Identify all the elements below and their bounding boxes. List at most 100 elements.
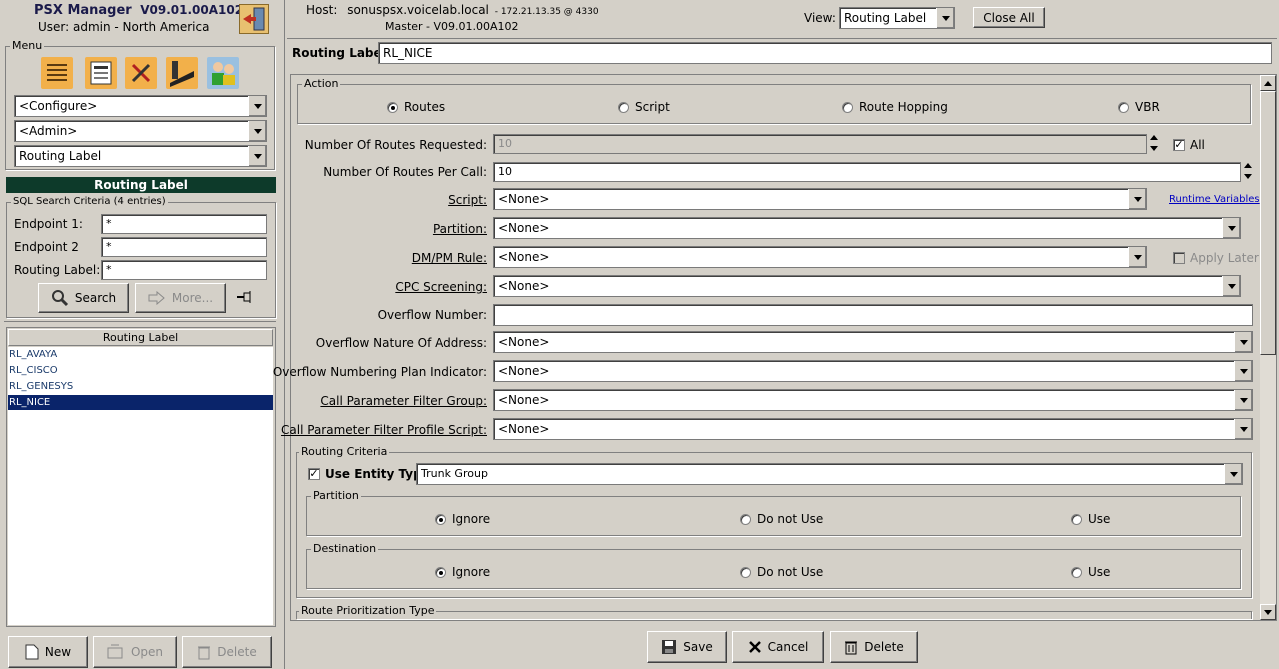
apply-later-checkbox[interactable]: Apply Later (1173, 251, 1259, 265)
overflow-npi-dropdown[interactable]: <None> (493, 360, 1253, 382)
delete-button-left[interactable]: Delete (182, 636, 272, 668)
vertical-scrollbar[interactable] (1260, 75, 1276, 620)
endpoint1-input[interactable]: * (101, 214, 267, 234)
arrow-right-icon (148, 291, 165, 305)
search-button[interactable]: Search (38, 283, 129, 313)
action-group-label: Action (302, 77, 341, 91)
open-button[interactable]: Open (93, 636, 177, 668)
num-routes-requested-input[interactable]: 10 (493, 134, 1147, 154)
chevron-down-icon[interactable] (1224, 464, 1242, 484)
admin-dropdown-value: <Admin> (19, 124, 78, 138)
action-script-radio[interactable]: Script (618, 100, 670, 114)
form-icon[interactable] (85, 57, 117, 89)
chevron-down-icon[interactable] (1234, 419, 1252, 439)
sql-criteria-label: SQL Search Criteria (4 entries) (11, 195, 168, 209)
view-dropdown[interactable]: Routing Label (839, 7, 955, 29)
chevron-down-icon[interactable] (936, 8, 954, 28)
runtime-variables-link[interactable]: Runtime Variables (1169, 194, 1260, 205)
tools-icon[interactable] (125, 57, 157, 89)
host-value: sonuspsx.voicelab.local (347, 3, 489, 17)
server-icon[interactable] (166, 57, 198, 89)
chevron-down-icon[interactable] (248, 96, 266, 116)
configure-dropdown[interactable]: <Configure> (14, 95, 267, 117)
new-button[interactable]: New (8, 636, 88, 668)
action-vbr-radio[interactable]: VBR (1118, 100, 1160, 114)
chevron-down-icon[interactable] (1128, 247, 1146, 267)
destination-ignore-radio[interactable]: Ignore (435, 565, 490, 579)
num-routes-per-call-input[interactable]: 10 (493, 162, 1241, 182)
list-item[interactable]: RL_GENESYS (8, 379, 273, 394)
splitter-handle[interactable] (4, 321, 276, 325)
scroll-thumb[interactable] (1260, 91, 1276, 355)
overflow-noa-dropdown-value: <None> (498, 335, 550, 349)
scroll-down-icon[interactable] (1260, 604, 1276, 620)
endpoint1-label: Endpoint 1: (14, 217, 83, 231)
chevron-down-icon[interactable] (1234, 361, 1252, 381)
pin-icon[interactable] (236, 290, 254, 304)
chevron-down-icon[interactable] (1234, 390, 1252, 410)
cpfg-dropdown[interactable]: <None> (493, 389, 1253, 411)
num-routes-per-call-spinner[interactable] (1242, 161, 1254, 183)
chevron-down-icon[interactable] (1222, 218, 1240, 238)
radio-dot (842, 101, 853, 113)
entity-type-dropdown[interactable]: Trunk Group (416, 463, 1243, 485)
destination-donotuse-radio[interactable]: Do not Use (740, 565, 823, 579)
users-icon[interactable] (207, 57, 239, 89)
num-routes-per-call-label: Number Of Routes Per Call: (323, 165, 487, 179)
chevron-down-icon[interactable] (1222, 276, 1240, 296)
search-button-label: Search (74, 291, 117, 305)
overflow-number-input[interactable] (493, 304, 1253, 326)
routing-label-search-input[interactable]: * (101, 260, 267, 280)
partition-label[interactable]: Partition: (433, 221, 487, 237)
delete-button[interactable]: Delete (830, 631, 918, 663)
overflow-noa-dropdown[interactable]: <None> (493, 331, 1253, 353)
radio-label: Use (1088, 565, 1111, 579)
cancel-button[interactable]: Cancel (732, 631, 824, 663)
list-item[interactable]: RL_CISCO (8, 363, 273, 378)
chevron-down-icon[interactable] (1128, 189, 1146, 209)
cpfps-label[interactable]: Call Parameter Filter Profile Script: (281, 422, 487, 438)
cpfps-dropdown[interactable]: <None> (493, 418, 1253, 440)
partition-use-radio[interactable]: Use (1071, 512, 1110, 526)
destination-use-radio[interactable]: Use (1071, 565, 1110, 579)
user-line: User: admin - North America (38, 20, 210, 34)
num-routes-requested-spinner[interactable] (1148, 133, 1160, 155)
action-route-hopping-radio[interactable]: Route Hopping (842, 100, 948, 114)
partition-donotuse-radio[interactable]: Do not Use (740, 512, 823, 526)
use-entity-type-checkbox[interactable]: ✓ Use Entity Type (308, 467, 430, 481)
endpoint2-input[interactable]: * (101, 237, 267, 257)
list-item-selected[interactable]: RL_NICE (8, 395, 273, 410)
partition-dropdown[interactable]: <None> (493, 217, 1241, 239)
cpc-screening-dropdown[interactable]: <None> (493, 275, 1241, 297)
radio-label: Ignore (452, 565, 491, 579)
more-button[interactable]: More... (135, 283, 226, 313)
action-routes-radio[interactable]: Routes (387, 100, 445, 114)
chevron-down-icon[interactable] (248, 146, 266, 166)
scroll-up-icon[interactable] (1260, 75, 1276, 91)
close-all-button[interactable]: Close All (973, 7, 1045, 28)
admin-dropdown[interactable]: <Admin> (14, 120, 267, 142)
endpoint2-label: Endpoint 2 (14, 240, 79, 254)
dmpm-rule-dropdown[interactable]: <None> (493, 246, 1147, 268)
radio-dot (435, 513, 446, 525)
object-dropdown[interactable]: Routing Label (14, 145, 267, 167)
list-item[interactable]: RL_AVAYA (8, 347, 273, 362)
partition-ignore-radio[interactable]: Ignore (435, 512, 490, 526)
chevron-down-icon[interactable] (248, 121, 266, 141)
use-entity-type-label: Use Entity Type (325, 467, 430, 481)
list-icon[interactable] (41, 57, 73, 89)
cpfg-label[interactable]: Call Parameter Filter Group: (320, 393, 487, 409)
list-header[interactable]: Routing Label (8, 329, 273, 346)
cpc-screening-label[interactable]: CPC Screening: (395, 279, 487, 295)
chevron-down-icon[interactable] (1234, 332, 1252, 352)
save-button[interactable]: Save (647, 631, 727, 663)
all-checkbox[interactable]: ✓ All (1173, 138, 1205, 152)
apply-later-label: Apply Later (1190, 251, 1259, 265)
script-dropdown[interactable]: <None> (493, 188, 1147, 210)
overflow-npi-dropdown-value: <None> (498, 364, 550, 378)
script-label[interactable]: Script: (448, 192, 487, 208)
exit-icon[interactable] (239, 4, 269, 34)
routing-label-input[interactable]: RL_NICE (378, 42, 1272, 64)
host-line: Host: sonuspsx.voicelab.local - 172.21.1… (306, 3, 599, 17)
dmpm-rule-label[interactable]: DM/PM Rule: (412, 250, 487, 266)
